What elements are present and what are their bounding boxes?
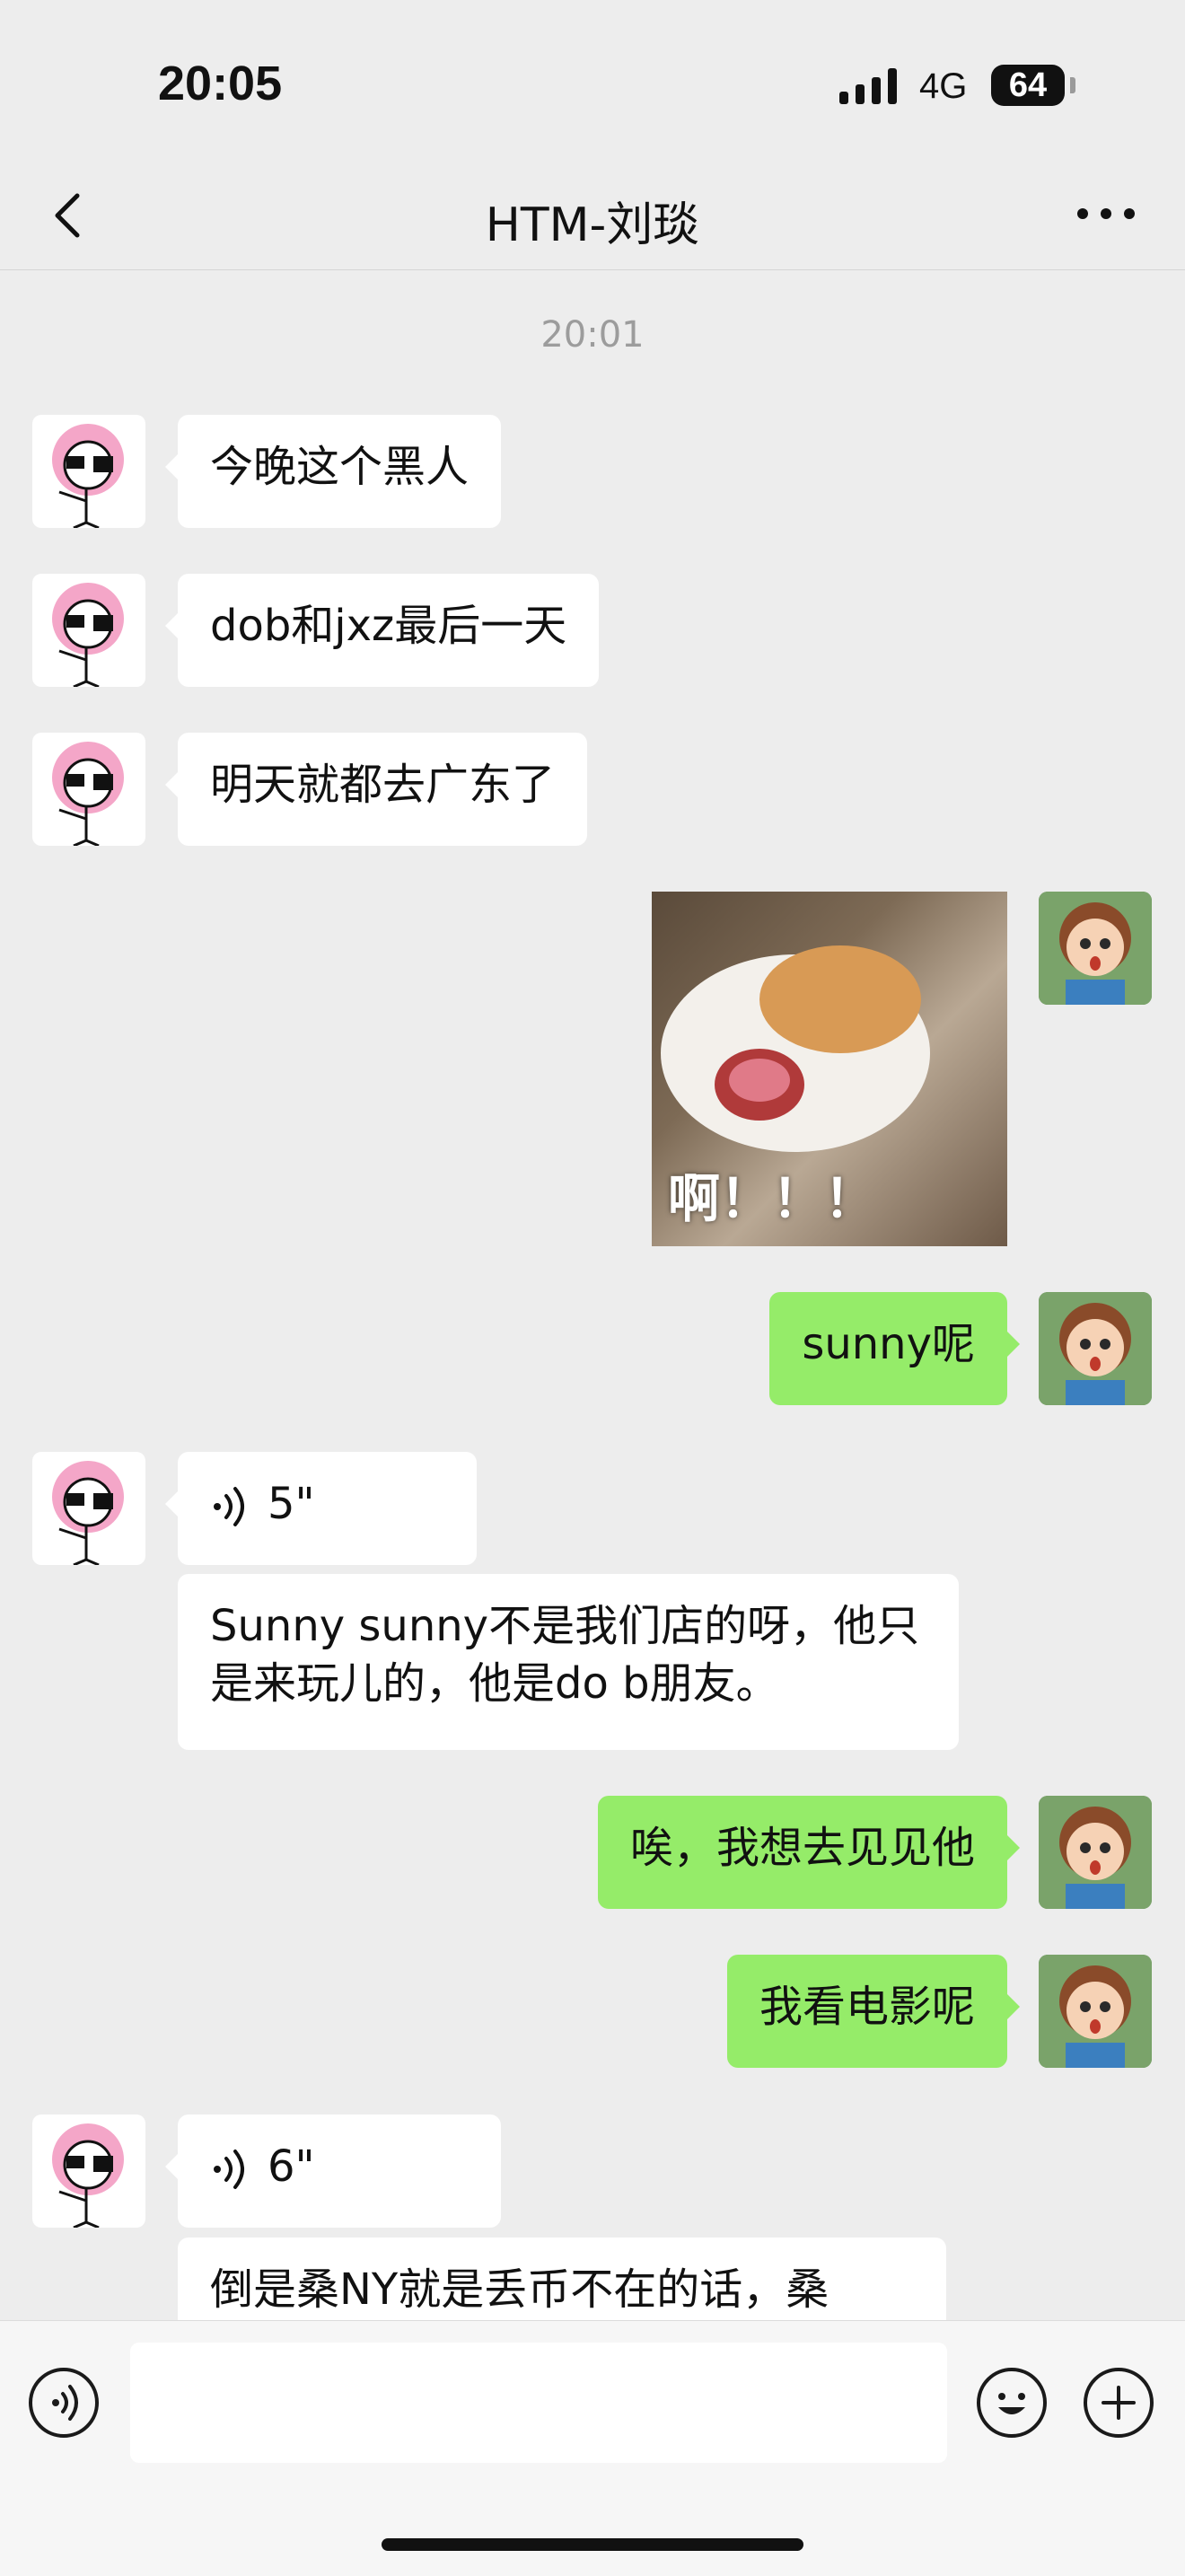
voice-duration: 5" bbox=[268, 1479, 315, 1529]
status-time: 20:05 bbox=[158, 57, 283, 110]
voice-duration: 6" bbox=[268, 2141, 315, 2192]
message-input[interactable] bbox=[130, 2343, 947, 2463]
sticker-caption: 啊！！！ bbox=[668, 1168, 877, 1229]
ellipsis-icon[interactable] bbox=[1077, 208, 1135, 223]
message-list[interactable]: 20:01 今晚这个黑人 dob和jxz最后一天 明天就都去广东了 啊！！！ s… bbox=[0, 269, 1185, 2320]
sent-message[interactable]: sunny呢 bbox=[769, 1292, 1020, 1405]
voice-transcript[interactable]: 倒是桑NY就是丢币不在的话，桑 bbox=[178, 2238, 946, 2320]
plus-icon[interactable] bbox=[1084, 2368, 1154, 2438]
my-avatar[interactable] bbox=[1039, 1796, 1152, 1909]
contact-avatar[interactable] bbox=[32, 574, 145, 687]
contact-avatar[interactable] bbox=[32, 2114, 145, 2228]
my-avatar[interactable] bbox=[1039, 1955, 1152, 2068]
battery-icon: 64 bbox=[991, 65, 1065, 106]
sticker-image[interactable]: 啊！！！ bbox=[652, 892, 1007, 1246]
received-message[interactable]: 明天就都去广东了 bbox=[164, 733, 588, 846]
my-avatar[interactable] bbox=[1039, 1292, 1152, 1405]
contact-avatar[interactable] bbox=[32, 415, 145, 528]
voice-icon[interactable] bbox=[29, 2368, 99, 2438]
message-timestamp: 20:01 bbox=[540, 314, 645, 356]
contact-avatar[interactable] bbox=[32, 1452, 145, 1565]
chat-header: HTM-刘琰 bbox=[0, 162, 1185, 270]
voice-message[interactable]: 5" bbox=[165, 1452, 477, 1565]
network-label: 4G bbox=[919, 66, 968, 106]
emoji-icon[interactable] bbox=[977, 2368, 1047, 2438]
voice-wave-icon bbox=[214, 1487, 244, 1526]
chat-title: HTM-刘琰 bbox=[485, 198, 700, 252]
received-message[interactable]: 今晚这个黑人 bbox=[164, 415, 502, 528]
sent-message[interactable]: 我看电影呢 bbox=[726, 1955, 1021, 2068]
battery-cap bbox=[1070, 77, 1075, 93]
voice-message[interactable]: 6" bbox=[165, 2114, 501, 2228]
contact-avatar[interactable] bbox=[32, 733, 145, 846]
voice-transcript[interactable]: Sunny sunny不是我们店的呀，他只是来玩儿的，他是do b朋友。 bbox=[178, 1574, 959, 1750]
sent-message[interactable]: 唉，我想去见见他 bbox=[597, 1796, 1021, 1909]
home-indicator bbox=[382, 2538, 803, 2551]
status-bar: 20:05 4G 64 bbox=[0, 0, 1185, 162]
signal-icon bbox=[839, 68, 900, 104]
my-avatar[interactable] bbox=[1039, 892, 1152, 1005]
voice-wave-icon bbox=[214, 2150, 244, 2189]
received-message[interactable]: dob和jxz最后一天 bbox=[164, 574, 600, 687]
